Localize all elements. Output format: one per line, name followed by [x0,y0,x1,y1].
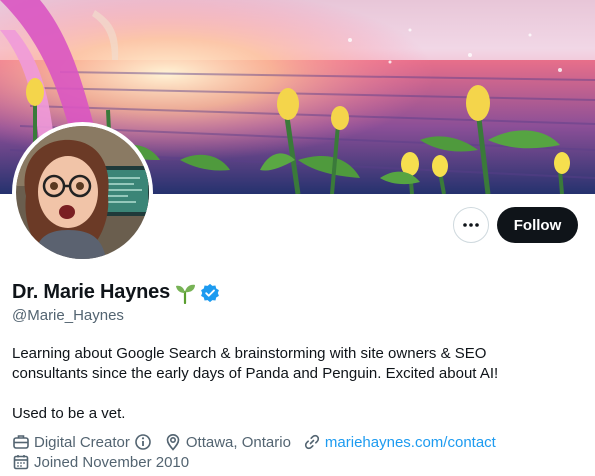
bio-line: consultants since the early days of Pand… [12,365,499,382]
more-icon [463,223,479,227]
website-link[interactable]: mariehaynes.com/contact [325,434,496,451]
avatar-image [16,126,149,259]
calendar-icon [13,455,29,470]
verified-badge-icon[interactable] [200,283,220,303]
bio-line: Learning about Google Search & brainstor… [12,345,487,362]
avatar[interactable] [12,122,153,263]
joined-label: Joined November 2010 [34,453,190,471]
meta-website[interactable]: mariehaynes.com/contact [303,433,496,451]
meta-location: Ottawa, Ontario [164,433,291,451]
meta-category: Digital Creator [12,433,152,451]
location-pin-icon [166,433,180,451]
briefcase-icon [13,435,29,449]
link-icon [304,434,319,450]
profile-bio: Learning about Google Search & brainstor… [12,344,572,424]
info-icon[interactable] [134,433,152,451]
bio-line: Used to be a vet. [12,405,126,422]
meta-joined: Joined November 2010 [12,453,189,471]
profile-handle: @Marie_Haynes [12,307,124,324]
follow-button[interactable]: Follow [497,207,578,243]
seedling-emoji-icon [176,284,195,304]
location-label: Ottawa, Ontario [185,433,291,451]
category-label: Digital Creator [34,433,130,451]
more-options-button[interactable] [453,207,489,243]
profile-name: Dr. Marie Haynes [12,281,170,303]
profile-meta: Digital Creator Ottawa, Ontario mariehay… [12,433,508,451]
profile-name-row: Dr. Marie Haynes [12,281,220,304]
profile-joined: Joined November 2010 [12,453,201,471]
